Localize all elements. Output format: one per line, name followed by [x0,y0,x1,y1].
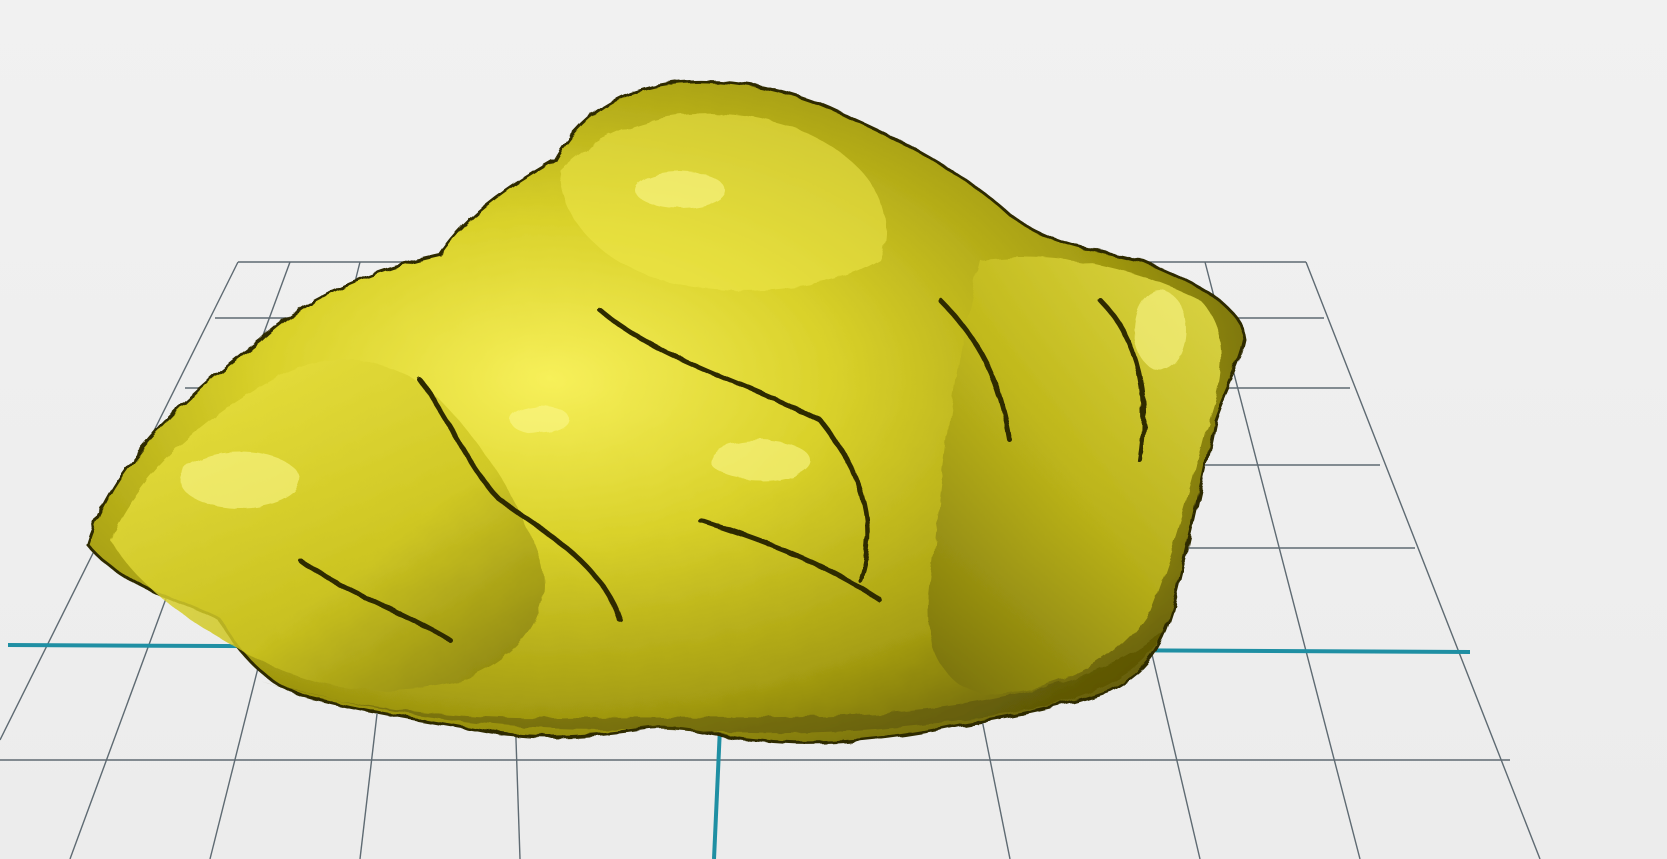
gold-nugget-model[interactable] [86,79,1247,745]
3d-viewport[interactable] [0,0,1667,859]
grid-line [1305,261,1541,859]
viewport-canvas[interactable] [0,0,1667,859]
